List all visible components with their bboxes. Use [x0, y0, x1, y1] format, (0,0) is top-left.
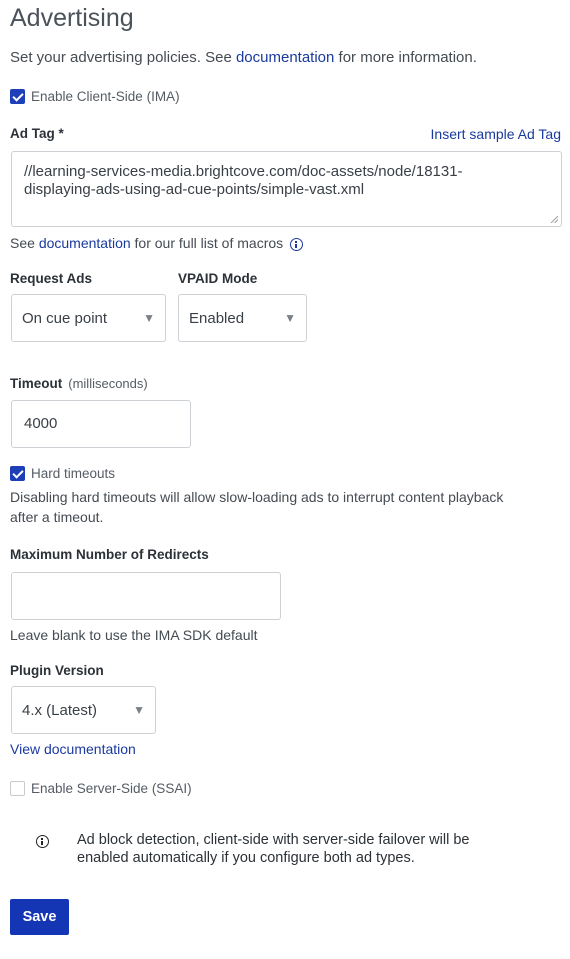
plugin-version-select[interactable]: 4.x (Latest) ▼ [11, 686, 156, 734]
client-side-checkbox[interactable] [10, 89, 25, 105]
request-ads-label: Request Ads [10, 271, 93, 286]
intro-documentation-link[interactable]: documentation [236, 49, 334, 66]
plugin-version-value: 4.x (Latest) [22, 702, 98, 719]
hard-timeouts-checkbox[interactable] [10, 466, 25, 482]
macros-before: See [10, 235, 39, 251]
info-icon[interactable] [290, 237, 304, 251]
chevron-down-icon: ▼ [143, 311, 155, 325]
intro-text: Set your advertising policies. See docum… [10, 49, 477, 66]
server-side-toggle[interactable]: Enable Server-Side (SSAI) [10, 780, 192, 798]
hard-timeouts-help: Disabling hard timeouts will allow slow-… [10, 487, 503, 527]
intro-before: Set your advertising policies. See [10, 49, 236, 66]
hard-timeouts-help-line-1: Disabling hard timeouts will allow slow-… [10, 489, 504, 505]
timeout-label: Timeout (milliseconds) [10, 376, 148, 391]
client-side-toggle[interactable]: Enable Client-Side (IMA) [10, 88, 180, 106]
chevron-down-icon: ▼ [284, 311, 296, 325]
vpaid-label: VPAID Mode [178, 271, 258, 286]
macros-after: for our full list of macros [130, 235, 284, 251]
failover-notice-line-2: enabled automatically if you configure b… [77, 850, 415, 866]
server-side-checkbox[interactable] [10, 781, 25, 797]
hard-timeouts-help-line-2: after a timeout. [10, 509, 104, 525]
timeout-label-text: Timeout [10, 376, 63, 391]
ad-tag-line-2: displaying-ads-using-ad-cue-points/simpl… [24, 181, 365, 198]
timeout-input[interactable]: 4000 [11, 400, 191, 448]
resize-handle-icon[interactable] [550, 215, 558, 223]
view-documentation-link[interactable]: View documentation [10, 741, 136, 757]
redirects-label: Maximum Number of Redirects [10, 547, 209, 562]
redirects-input[interactable] [11, 572, 281, 620]
macros-documentation-link[interactable]: documentation [39, 235, 131, 251]
ad-tag-line-1: //learning-services-media.brightcove.com… [24, 163, 463, 180]
intro-after: for more information. [334, 49, 477, 66]
failover-notice-line-1: Ad block detection, client-side with ser… [77, 832, 470, 848]
hard-timeouts-toggle[interactable]: Hard timeouts [10, 465, 115, 483]
vpaid-select[interactable]: Enabled ▼ [178, 294, 307, 342]
request-ads-value: On cue point [22, 310, 108, 327]
ad-tag-textarea[interactable]: //learning-services-media.brightcove.com… [11, 151, 562, 227]
timeout-unit: (milliseconds) [68, 376, 148, 391]
info-icon [36, 835, 49, 849]
request-ads-select[interactable]: On cue point ▼ [11, 294, 166, 342]
ad-tag-label: Ad Tag * [10, 126, 64, 141]
vpaid-value: Enabled [189, 310, 245, 327]
plugin-version-label: Plugin Version [10, 663, 104, 678]
hard-timeouts-label: Hard timeouts [31, 466, 116, 482]
timeout-value: 4000 [24, 415, 58, 432]
save-button[interactable]: Save [10, 899, 69, 935]
insert-sample-ad-tag-link[interactable]: Insert sample Ad Tag [431, 126, 561, 142]
failover-notice: Ad block detection, client-side with ser… [77, 831, 547, 867]
chevron-down-icon: ▼ [133, 703, 145, 717]
page-title: Advertising [10, 4, 134, 32]
redirects-help: Leave blank to use the IMA SDK default [10, 627, 258, 643]
server-side-label: Enable Server-Side (SSAI) [31, 781, 192, 797]
macros-help: See documentation for our full list of m… [10, 235, 304, 251]
client-side-label: Enable Client-Side (IMA) [31, 89, 180, 105]
